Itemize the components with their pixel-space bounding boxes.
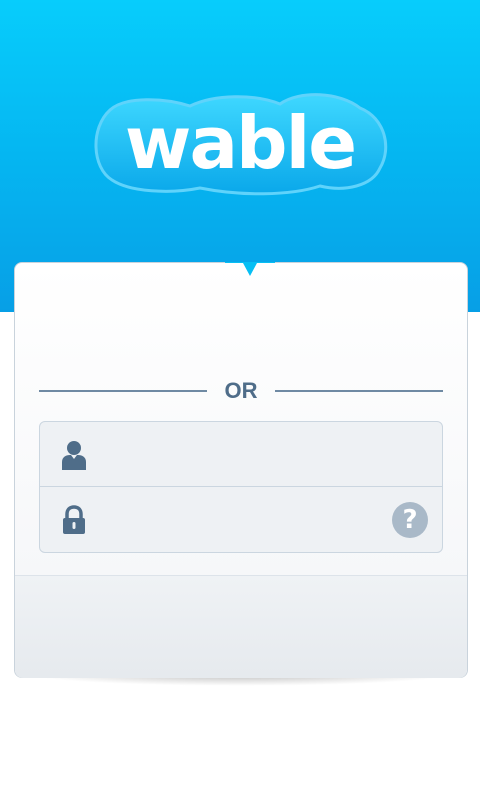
logo: wable xyxy=(0,88,480,198)
divider-label: OR xyxy=(224,378,258,403)
username-input[interactable] xyxy=(104,434,388,476)
login-form: ? xyxy=(39,421,443,553)
username-row xyxy=(40,422,442,487)
or-divider: OR xyxy=(39,373,443,409)
lock-icon xyxy=(60,505,88,535)
divider-line-left xyxy=(39,390,207,392)
card-footer xyxy=(15,575,467,678)
logo-text: wable xyxy=(125,101,355,185)
password-row: ? xyxy=(40,487,442,551)
user-icon xyxy=(60,440,88,470)
question-icon[interactable]: ? xyxy=(392,502,428,538)
password-input[interactable] xyxy=(104,499,388,541)
card-notch xyxy=(225,262,275,278)
divider-line-right xyxy=(275,390,443,392)
login-card: OR ? xyxy=(14,262,468,678)
